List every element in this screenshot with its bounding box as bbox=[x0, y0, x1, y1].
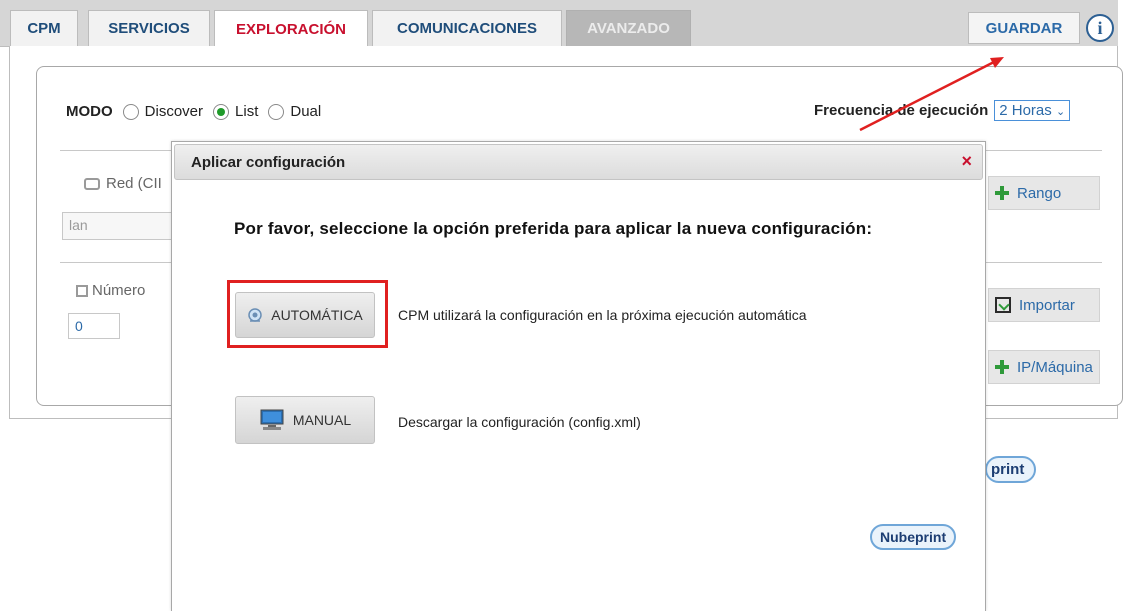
add-ip-label: IP/Máquina bbox=[1017, 358, 1093, 376]
add-range-label: Rango bbox=[1017, 184, 1062, 202]
nubeprint-logo-background: print bbox=[985, 456, 1037, 483]
tab-comunicaciones[interactable]: COMUNICACIONES bbox=[372, 10, 562, 46]
chevron-down-icon: ⌄ bbox=[1055, 106, 1066, 118]
radio-list-label[interactable]: List bbox=[235, 103, 258, 120]
network-input[interactable]: lan bbox=[62, 212, 174, 240]
number-label: Número bbox=[76, 282, 145, 299]
radio-discover-label[interactable]: Discover bbox=[145, 103, 203, 120]
monitor-icon bbox=[260, 409, 284, 430]
manual-button[interactable]: MANUAL bbox=[235, 396, 375, 444]
satellite-icon bbox=[248, 308, 262, 322]
network-label: Red (CII bbox=[84, 175, 162, 192]
number-input[interactable]: 0 bbox=[68, 313, 120, 339]
radio-dual-label[interactable]: Dual bbox=[290, 103, 321, 120]
network-label-text: Red (CII bbox=[106, 175, 162, 192]
mode-selector: MODO Discover List Dual bbox=[66, 103, 327, 120]
import-label: Importar bbox=[1019, 296, 1075, 314]
top-tab-bar: CPM SERVICIOS EXPLORACIÓN COMUNICACIONES… bbox=[0, 0, 1118, 47]
dialog-header: Aplicar configuración × bbox=[174, 144, 983, 180]
automatic-description: CPM utilizará la configuración en la pró… bbox=[398, 307, 807, 323]
radio-discover[interactable] bbox=[122, 103, 139, 120]
manual-description: Descargar la configuración (config.xml) bbox=[398, 414, 641, 430]
add-ip-button[interactable]: IP/Máquina bbox=[988, 350, 1100, 384]
frequency-control: Frecuencia de ejecución 2 Horas ⌄ bbox=[814, 100, 1071, 121]
automatic-label: AUTOMÁTICA bbox=[271, 307, 363, 323]
frequency-select[interactable]: 2 Horas ⌄ bbox=[994, 100, 1071, 121]
network-icon bbox=[84, 177, 100, 190]
radio-dual[interactable] bbox=[268, 103, 285, 120]
crop-icon bbox=[76, 284, 88, 297]
import-icon bbox=[995, 297, 1011, 313]
frequency-label: Frecuencia de ejecución bbox=[814, 102, 989, 119]
automatic-button[interactable]: AUTOMÁTICA bbox=[235, 292, 375, 338]
close-icon[interactable]: × bbox=[961, 152, 972, 170]
import-button[interactable]: Importar bbox=[988, 288, 1100, 322]
apply-config-dialog: Aplicar configuración × Por favor, selec… bbox=[171, 141, 986, 611]
frequency-value: 2 Horas bbox=[999, 102, 1052, 119]
dialog-title: Aplicar configuración bbox=[191, 154, 346, 171]
plus-icon bbox=[995, 186, 1009, 200]
number-label-text: Número bbox=[92, 282, 146, 299]
dialog-message: Por favor, seleccione la opción preferid… bbox=[234, 219, 873, 238]
plus-icon bbox=[995, 360, 1009, 374]
tab-cpm[interactable]: CPM bbox=[10, 10, 78, 46]
radio-list[interactable] bbox=[213, 103, 230, 120]
add-range-button[interactable]: Rango bbox=[988, 176, 1100, 210]
manual-label: MANUAL bbox=[292, 412, 352, 428]
info-icon[interactable]: i bbox=[1086, 14, 1114, 42]
nubeprint-logo: Nubeprint bbox=[870, 524, 957, 550]
tab-avanzado[interactable]: AVANZADO bbox=[566, 10, 691, 46]
tab-exploracion[interactable]: EXPLORACIÓN bbox=[214, 10, 368, 47]
save-button[interactable]: GUARDAR bbox=[968, 12, 1080, 44]
mode-label: MODO bbox=[66, 103, 113, 120]
tab-servicios[interactable]: SERVICIOS bbox=[88, 10, 210, 46]
